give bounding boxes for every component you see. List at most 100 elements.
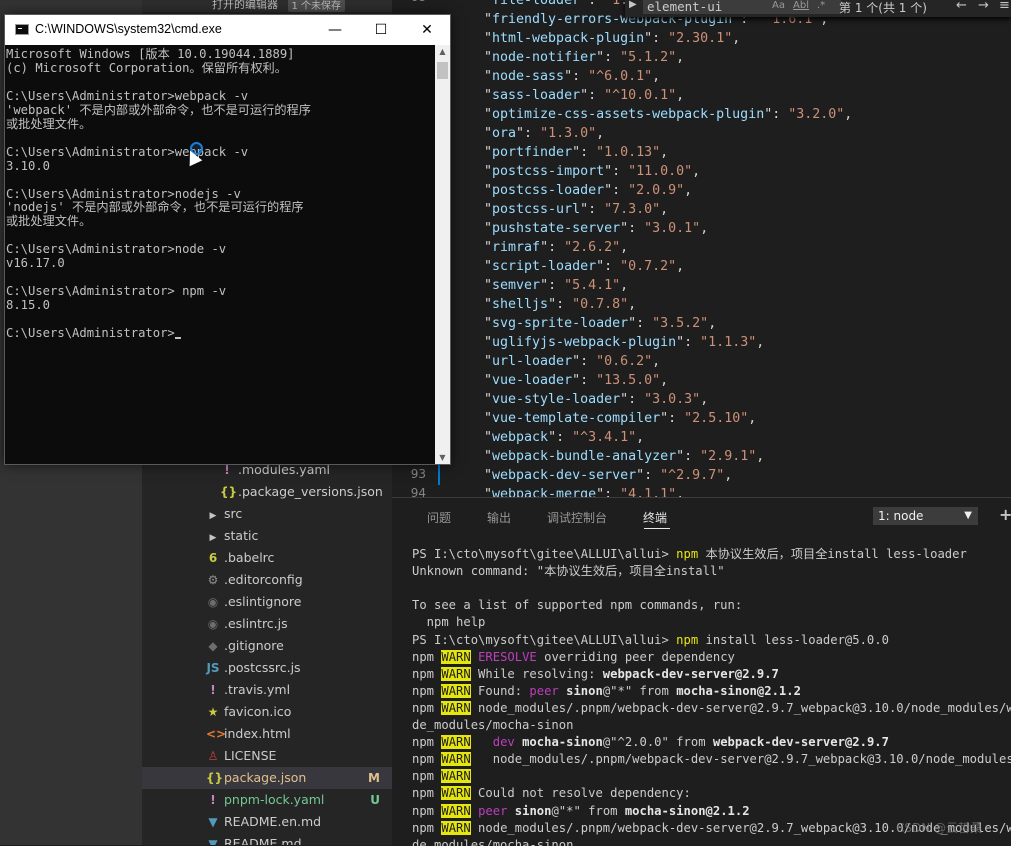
code-editor[interactable]: 68 93 94 "file-loader": "1...","friendly…	[392, 0, 1011, 497]
explorer-item[interactable]: JS .postcssrc.js	[142, 657, 392, 679]
scroll-thumb[interactable]	[437, 62, 448, 79]
console-line: C:\Users\Administrator>webpack -v	[6, 88, 249, 103]
console-line: C:\Users\Administrator>webpack -v	[6, 144, 249, 159]
code-line: "postcss-url": "7.3.0",	[484, 202, 669, 217]
explorer-item[interactable]: ▶ static	[142, 525, 392, 547]
cmd-titlebar[interactable]: C:\WINDOWS\system32\cmd.exe — ☐ ✕	[5, 15, 450, 45]
tab-terminal[interactable]: 终端	[643, 509, 667, 526]
console-line: v16.17.0	[6, 256, 65, 271]
explorer-item-label: .travis.yml	[224, 682, 291, 697]
terminal-select[interactable]: 1: node ▼	[873, 507, 978, 525]
scroll-up-icon[interactable]: ▲	[435, 47, 450, 56]
code-line: "url-loader": "0.6.2",	[484, 354, 661, 369]
file-type-icon: ◉	[207, 595, 219, 609]
explorer-item[interactable]: ◉ .eslintignore	[142, 591, 392, 613]
add-terminal-icon[interactable]: +	[999, 505, 1011, 524]
explorer-item[interactable]: {}.package_versions.json	[142, 481, 392, 503]
explorer-item-label: package.json	[224, 770, 307, 785]
explorer-item-label: index.html	[224, 726, 291, 741]
explorer-item[interactable]: {}package.json M	[142, 767, 392, 789]
code-line: "node-notifier": "5.1.2",	[484, 50, 685, 65]
code-line: "shelljs": "0.7.8",	[484, 297, 637, 312]
terminal-line: npm WARN dev mocha-sinon@"^2.0.0" from w…	[412, 735, 889, 750]
code-line: "portfinder": "1.0.13",	[484, 145, 669, 160]
terminal-line: npm WARN node_modules/.pnpm/webpack-dev-…	[412, 700, 1011, 715]
close-icon[interactable]: ✕	[404, 15, 450, 45]
console-line: C:\Users\Administrator> npm -v	[6, 284, 227, 299]
explorer-item-label: .eslintignore	[224, 594, 302, 609]
explorer-item-label: .gitignore	[224, 638, 284, 653]
cmd-console[interactable]: Microsoft Windows [版本 10.0.19044.1889] (c…	[5, 45, 435, 464]
open-editors-header[interactable]: 打开的编辑器 1 个未保存	[142, 0, 392, 12]
code-line: "optimize-css-assets-webpack-plugin": "3…	[484, 107, 853, 122]
scroll-down-icon[interactable]: ▼	[435, 453, 450, 462]
code-line: "sass-loader": "^10.0.1",	[484, 88, 685, 103]
find-menu-icon[interactable]: ≡	[999, 0, 1010, 13]
file-type-icon: ▼	[208, 837, 218, 845]
terminal-line: npm WARN While resolving: webpack-dev-se…	[412, 666, 779, 681]
terminal-line: npm WARN peer sinon@"*" from mocha-sinon…	[412, 803, 750, 818]
explorer-item-label: .package_versions.json	[238, 484, 383, 499]
console-line: 'webpack' 不是内部或外部命令，也不是可运行的程序	[6, 102, 311, 117]
file-type-icon: JS	[206, 661, 220, 675]
git-status-badge: U	[370, 793, 380, 807]
git-status-badge: M	[368, 771, 380, 785]
cmd-scrollbar[interactable]: ▲ ▼	[435, 45, 450, 464]
minimize-icon[interactable]: —	[312, 15, 358, 45]
explorer-item[interactable]: ◉ .eslintrc.js	[142, 613, 392, 635]
cmd-window[interactable]: C:\WINDOWS\system32\cmd.exe — ☐ ✕ Micros…	[4, 14, 451, 465]
tab-debug-console[interactable]: 调试控制台	[547, 509, 607, 526]
console-line: 'nodejs' 不是内部或外部命令，也不是可运行的程序	[6, 200, 304, 215]
line-number: 93	[410, 467, 426, 481]
explorer-item[interactable]: 6 .babelrc	[142, 547, 392, 569]
line-number: 94	[410, 486, 426, 497]
explorer-item[interactable]: ◆ .gitignore	[142, 635, 392, 657]
code-line: "pushstate-server": "3.0.1",	[484, 221, 709, 236]
find-input[interactable]	[643, 0, 841, 14]
explorer-item-label: .postcssrc.js	[224, 660, 301, 675]
terminal-line: To see a list of supported npm commands,…	[412, 598, 743, 613]
console-line: (c) Microsoft Corporation。保留所有权利。	[6, 60, 287, 75]
explorer-item[interactable]: ★ favicon.ico	[142, 701, 392, 723]
regex-icon[interactable]: .*	[817, 0, 825, 11]
code-line: "postcss-import": "11.0.0",	[484, 164, 701, 179]
match-case-icon[interactable]: Aa	[772, 0, 785, 11]
explorer-item-label: .eslintrc.js	[224, 616, 288, 631]
file-type-icon: 6	[208, 551, 218, 565]
console-line: 3.10.0	[6, 158, 51, 173]
chevron-down-icon: ▼	[964, 510, 972, 521]
code-line: "webpack-dev-server": "^2.9.7",	[484, 468, 733, 483]
explorer-item[interactable]: ⚙ .editorconfig	[142, 569, 392, 591]
chevron-right-icon[interactable]: ▶	[206, 527, 220, 549]
tab-output[interactable]: 输出	[487, 509, 511, 526]
explorer-item[interactable]: ▶ src	[142, 503, 392, 525]
explorer-item[interactable]: ! .travis.yml	[142, 679, 392, 701]
terminal-line: de_modules/mocha-sinon	[412, 718, 574, 732]
explorer-item-label: README.md	[224, 836, 302, 845]
explorer-item[interactable]: <>index.html	[142, 723, 392, 745]
maximize-icon[interactable]: ☐	[358, 15, 404, 45]
terminal-output[interactable]: PS I:\cto\mysoft\gitee\ALLUI\allui> npm …	[412, 546, 1011, 846]
explorer-item[interactable]: ▼ README.md	[142, 833, 392, 845]
next-match-icon[interactable]: →	[978, 0, 989, 13]
explorer-item[interactable]: ▼ README.en.md	[142, 811, 392, 833]
chevron-right-icon[interactable]: ▶	[206, 505, 220, 527]
code-content[interactable]: "file-loader": "1...","friendly-errors-w…	[484, 0, 1011, 497]
explorer-item[interactable]: ♙ LICENSE	[142, 745, 392, 767]
console-line: C:\Users\Administrator>	[6, 326, 181, 340]
explorer-item[interactable]: ! pnpm-lock.yaml U	[142, 789, 392, 811]
explorer-item-label: src	[224, 506, 243, 521]
file-type-icon: !	[210, 683, 216, 697]
file-type-icon: {}	[206, 771, 224, 785]
previous-match-icon[interactable]: ←	[956, 0, 967, 13]
terminal-select-value: 1: node	[878, 509, 924, 523]
whole-word-icon[interactable]: Abl	[793, 0, 809, 11]
active-line-marker	[438, 465, 440, 485]
code-line: "rimraf": "2.6.2",	[484, 240, 629, 255]
unsaved-badge: 1 个未保存	[287, 0, 346, 12]
code-line: "uglifyjs-webpack-plugin": "1.1.3",	[484, 335, 765, 350]
find-replace-toggle-icon[interactable]: ▶	[629, 0, 637, 10]
active-tab-indicator	[644, 528, 670, 529]
tab-problems[interactable]: 问题	[427, 509, 451, 526]
watermark: CSDN @云哲桑	[896, 821, 983, 835]
